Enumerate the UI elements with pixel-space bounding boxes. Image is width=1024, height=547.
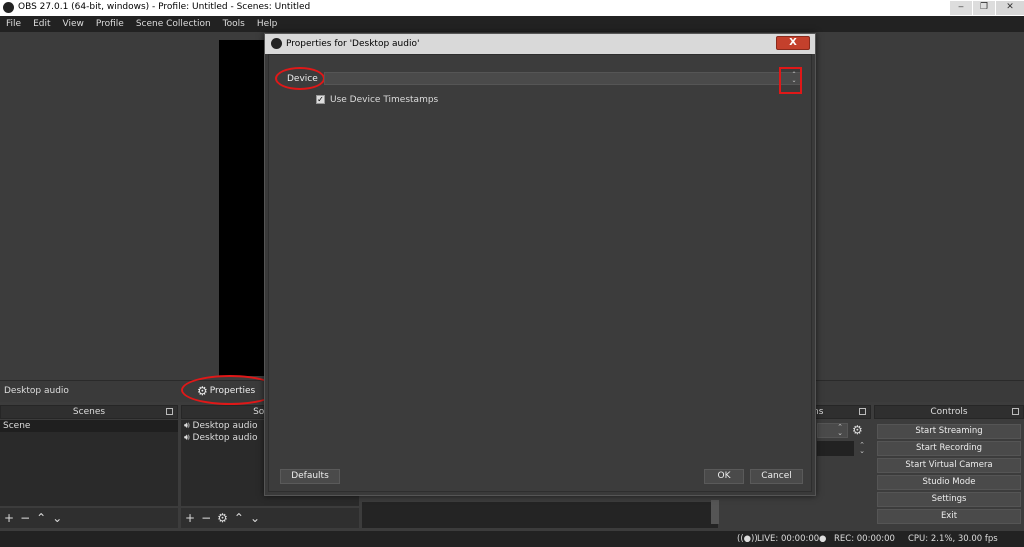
- dialog-title: Properties for 'Desktop audio': [286, 39, 420, 49]
- menu-file[interactable]: File: [6, 19, 21, 29]
- menu-help[interactable]: Help: [257, 19, 278, 29]
- remove-source-minus-icon[interactable]: −: [201, 511, 211, 525]
- rec-dot-icon: ●: [819, 534, 827, 544]
- settings-button[interactable]: Settings: [877, 492, 1021, 507]
- maximize-button[interactable]: ❐: [973, 1, 995, 15]
- obs-logo-icon: [3, 2, 14, 13]
- cancel-button[interactable]: Cancel: [750, 469, 803, 484]
- move-down-chevron-icon[interactable]: ⌄: [52, 511, 62, 525]
- annotation-box-dropdown: [779, 67, 802, 94]
- window-title: OBS 27.0.1 (64-bit, windows) - Profile: …: [18, 2, 311, 12]
- exit-button[interactable]: Exit: [877, 509, 1021, 524]
- start-streaming-button[interactable]: Start Streaming: [877, 424, 1021, 439]
- dialog-close-button[interactable]: X: [776, 36, 810, 50]
- ok-button[interactable]: OK: [704, 469, 744, 484]
- use-device-timestamps-label: Use Device Timestamps: [330, 95, 439, 105]
- move-up-chevron-icon[interactable]: ⌃: [36, 511, 46, 525]
- window-titlebar: OBS 27.0.1 (64-bit, windows) - Profile: …: [0, 0, 1024, 16]
- speaker-icon: 🔊︎: [184, 433, 193, 443]
- defaults-button[interactable]: Defaults: [280, 469, 340, 484]
- menu-profile[interactable]: Profile: [96, 19, 124, 29]
- dialog-titlebar: Properties for 'Desktop audio' X: [265, 34, 815, 54]
- scenes-list[interactable]: Scene: [0, 420, 178, 506]
- spin-arrows-icon[interactable]: ⌃ ⌄: [856, 442, 868, 455]
- sources-toolbar: + − ⚙ ⌃ ⌄: [181, 508, 359, 528]
- device-select[interactable]: [324, 72, 802, 85]
- start-virtual-camera-button[interactable]: Start Virtual Camera: [877, 458, 1021, 473]
- scenes-dock-title: Scenes: [72, 407, 106, 417]
- scenes-toolbar: + − ⌃ ⌄: [0, 508, 178, 528]
- menu-scene-collection[interactable]: Scene Collection: [136, 19, 211, 29]
- rec-time: REC: 00:00:00: [834, 534, 895, 544]
- speaker-icon: 🔊︎: [184, 421, 193, 431]
- scenes-dock-header: Scenes: [0, 405, 178, 419]
- dock-float-icon[interactable]: [166, 408, 173, 415]
- minimize-button[interactable]: ‒: [950, 1, 972, 15]
- remove-scene-minus-icon[interactable]: −: [20, 511, 30, 525]
- menu-bar: File Edit View Profile Scene Collection …: [0, 16, 1024, 32]
- dialog-body: Device ⌃ ⌄ ✓ Use Device Timestamps Defaul…: [268, 54, 812, 492]
- controls-dock-header: Controls: [874, 405, 1024, 419]
- window-close-button[interactable]: ✕: [996, 1, 1024, 15]
- properties-dialog: Properties for 'Desktop audio' X Device …: [264, 33, 816, 496]
- spin-arrows-icon[interactable]: ⌃ ⌄: [834, 424, 846, 437]
- live-time: LIVE: 00:00:00: [757, 534, 820, 544]
- controls-dock-title: Controls: [930, 407, 968, 417]
- audio-mixer-panel: [362, 502, 718, 528]
- scene-item[interactable]: Scene: [0, 420, 178, 432]
- cpu-fps: CPU: 2.1%, 30.00 fps: [908, 534, 998, 544]
- dock-float-icon[interactable]: [1012, 408, 1019, 415]
- annotation-circle-device: [275, 67, 325, 90]
- studio-mode-button[interactable]: Studio Mode: [877, 475, 1021, 490]
- obs-logo-icon: [271, 38, 282, 49]
- live-broadcast-icon: ((●)): [737, 534, 758, 544]
- add-source-plus-icon[interactable]: +: [185, 511, 195, 525]
- menu-view[interactable]: View: [63, 19, 84, 29]
- menu-edit[interactable]: Edit: [33, 19, 50, 29]
- use-device-timestamps-checkbox[interactable]: ✓: [316, 95, 325, 104]
- status-bar: ((●)) LIVE: 00:00:00 ● REC: 00:00:00 CPU…: [0, 531, 1024, 547]
- dock-float-icon[interactable]: [859, 408, 866, 415]
- move-up-chevron-icon[interactable]: ⌃: [234, 511, 244, 525]
- transition-settings-gear-icon[interactable]: ⚙: [852, 423, 863, 437]
- move-down-chevron-icon[interactable]: ⌄: [250, 511, 260, 525]
- selected-source-label: Desktop audio: [4, 386, 69, 396]
- start-recording-button[interactable]: Start Recording: [877, 441, 1021, 456]
- transition-select[interactable]: [817, 441, 854, 456]
- mixer-scrollbar[interactable]: [711, 500, 719, 524]
- add-scene-plus-icon[interactable]: +: [4, 511, 14, 525]
- source-settings-gear-icon[interactable]: ⚙: [217, 511, 228, 525]
- menu-tools[interactable]: Tools: [223, 19, 245, 29]
